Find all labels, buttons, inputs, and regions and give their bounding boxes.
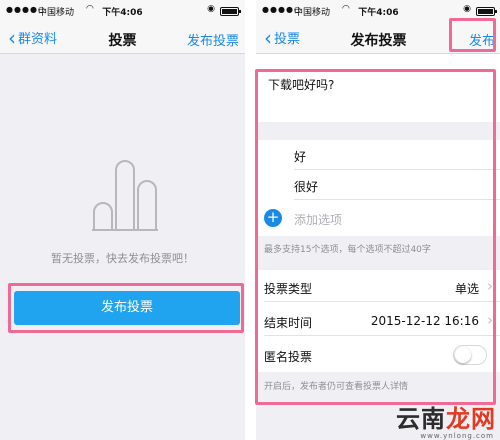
publish-button[interactable]: 发布 [469,30,495,49]
chevron-right-icon: › [487,277,493,295]
vote-type-value: 单选 [454,282,479,296]
anonymous-row: 匿名投票 [256,340,500,370]
section-gap [256,122,500,140]
status-bar: ●●●●○ 中国移动 ◠ 下午4:06 ◉ [256,0,500,22]
option-limit-hint: 最多支持15个选项，每个选项不超过40字 [256,236,500,270]
chevron-left-icon: ‹ [264,25,272,50]
rotation-lock-icon: ◉ [463,4,471,14]
option-text[interactable]: 好 [294,148,306,165]
battery-icon [476,7,497,16]
divider [264,301,500,302]
watermark-prefix: 云南 [396,405,446,433]
anonymous-toggle[interactable] [453,345,487,365]
add-icon[interactable]: + [264,209,282,227]
chevron-left-icon: ‹ [8,25,16,50]
navigation-bar: ‹ 群资料 投票 发布投票 [0,22,245,54]
option-text[interactable]: 很好 [294,178,318,195]
back-label: 投票 [274,32,301,47]
end-time-row[interactable]: 结束时间 2015-12-12 16:16 › [256,306,500,336]
vote-type-row[interactable]: 投票类型 单选 › [256,272,500,302]
option-item[interactable]: 很好 [256,170,500,200]
vote-type-label: 投票类型 [264,282,313,296]
vote-list-screen: ●●●●○ 中国移动 ◠ 下午4:06 ◉ ‹ 群资料 投票 发布投票 暂无投票… [0,0,245,440]
back-button[interactable]: ‹ 投票 [264,25,301,50]
question-text[interactable]: 下载吧好吗? [268,76,334,93]
add-option-row[interactable]: + 添加选项 [256,203,500,233]
watermark-accent: 龙网 [446,405,496,433]
end-time-value: 2015-12-12 16:16 [370,314,479,328]
back-label: 群资料 [18,32,58,47]
empty-bar-chart-icon [92,160,158,231]
rotation-lock-icon: ◉ [207,4,215,14]
divider [294,199,500,200]
divider [264,335,500,336]
publish-vote-screen: ●●●●○ 中国移动 ◠ 下午4:06 ◉ ‹ 投票 发布投票 发布 下载吧好吗… [256,0,500,440]
watermark-url: www.ynlong.com [420,432,494,440]
publish-vote-nav-button[interactable]: 发布投票 [187,30,239,49]
toggle-knob [455,347,471,363]
publish-vote-button[interactable]: 发布投票 [14,291,240,325]
battery-icon [220,7,241,16]
status-bar: ●●●●○ 中国移动 ◠ 下午4:06 ◉ [0,0,245,22]
question-input[interactable]: 下载吧好吗? [256,54,500,122]
add-option-placeholder: 添加选项 [294,213,343,227]
end-time-label: 结束时间 [264,316,313,330]
back-button[interactable]: ‹ 群资料 [8,25,58,50]
chevron-right-icon: › [487,311,493,329]
anonymous-label: 匿名投票 [264,350,313,364]
watermark-logo: 云南龙网 [396,399,496,434]
navigation-bar: ‹ 投票 发布投票 发布 [256,22,500,54]
option-item[interactable]: 好 [256,140,500,170]
empty-state-text: 暂无投票，快去发布投票吧！ [51,252,194,265]
